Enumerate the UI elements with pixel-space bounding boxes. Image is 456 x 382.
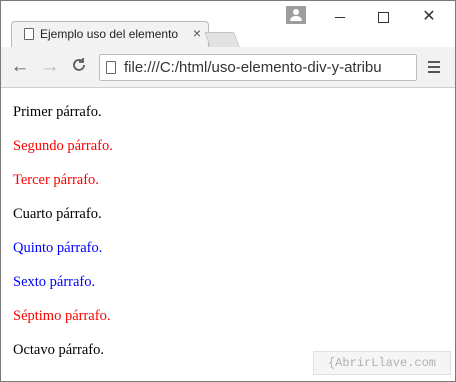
- paragraph-3: Tercer párrafo.: [13, 172, 99, 188]
- maximize-icon: [377, 12, 389, 23]
- minimize-button[interactable]: [328, 7, 352, 27]
- tab-active[interactable]: Ejemplo uso del elemento ×: [11, 21, 209, 47]
- profile-head-shape: [293, 9, 299, 15]
- profile-body-shape: [290, 16, 302, 21]
- reload-icon: [73, 58, 85, 71]
- page-content: Primer párrafo. Segundo párrafo. Tercer …: [1, 88, 455, 381]
- close-window-button[interactable]: ✕: [417, 7, 441, 27]
- watermark-logo: {AbrirLlave.com: [313, 351, 451, 375]
- address-bar[interactable]: file:///C:/html/uso-elemento-div-y-atrib…: [99, 54, 417, 81]
- minimize-icon: [335, 17, 345, 18]
- browser-window: Ejemplo uso del elemento × ✕ ← → file://…: [0, 0, 456, 382]
- page-icon: [106, 61, 116, 74]
- paragraph-1: Primer párrafo.: [13, 104, 102, 120]
- paragraph-4: Cuarto párrafo.: [13, 206, 102, 222]
- back-button[interactable]: ←: [9, 56, 31, 78]
- paragraph-5: Quinto párrafo.: [13, 240, 103, 256]
- tab-title: Ejemplo uso del elemento: [40, 27, 179, 41]
- url-text[interactable]: file:///C:/html/uso-elemento-div-y-atrib…: [124, 59, 382, 76]
- reload-button[interactable]: [68, 56, 90, 78]
- browser-toolbar: ← → file:///C:/html/uso-elemento-div-y-a…: [1, 47, 455, 88]
- paragraph-6: Sexto párrafo.: [13, 274, 96, 290]
- tab-close-icon[interactable]: ×: [193, 25, 201, 41]
- paragraph-2: Segundo párrafo.: [13, 138, 113, 154]
- title-bar: Ejemplo uso del elemento × ✕: [1, 1, 455, 47]
- new-tab-button[interactable]: [204, 32, 240, 47]
- maximize-button[interactable]: [371, 7, 395, 27]
- forward-button[interactable]: →: [39, 56, 61, 78]
- paragraph-8: Octavo párrafo.: [13, 342, 104, 358]
- profile-icon[interactable]: [286, 6, 306, 24]
- paragraph-7: Séptimo párrafo.: [13, 308, 111, 324]
- menu-icon[interactable]: [428, 61, 440, 73]
- page-icon: [24, 28, 34, 40]
